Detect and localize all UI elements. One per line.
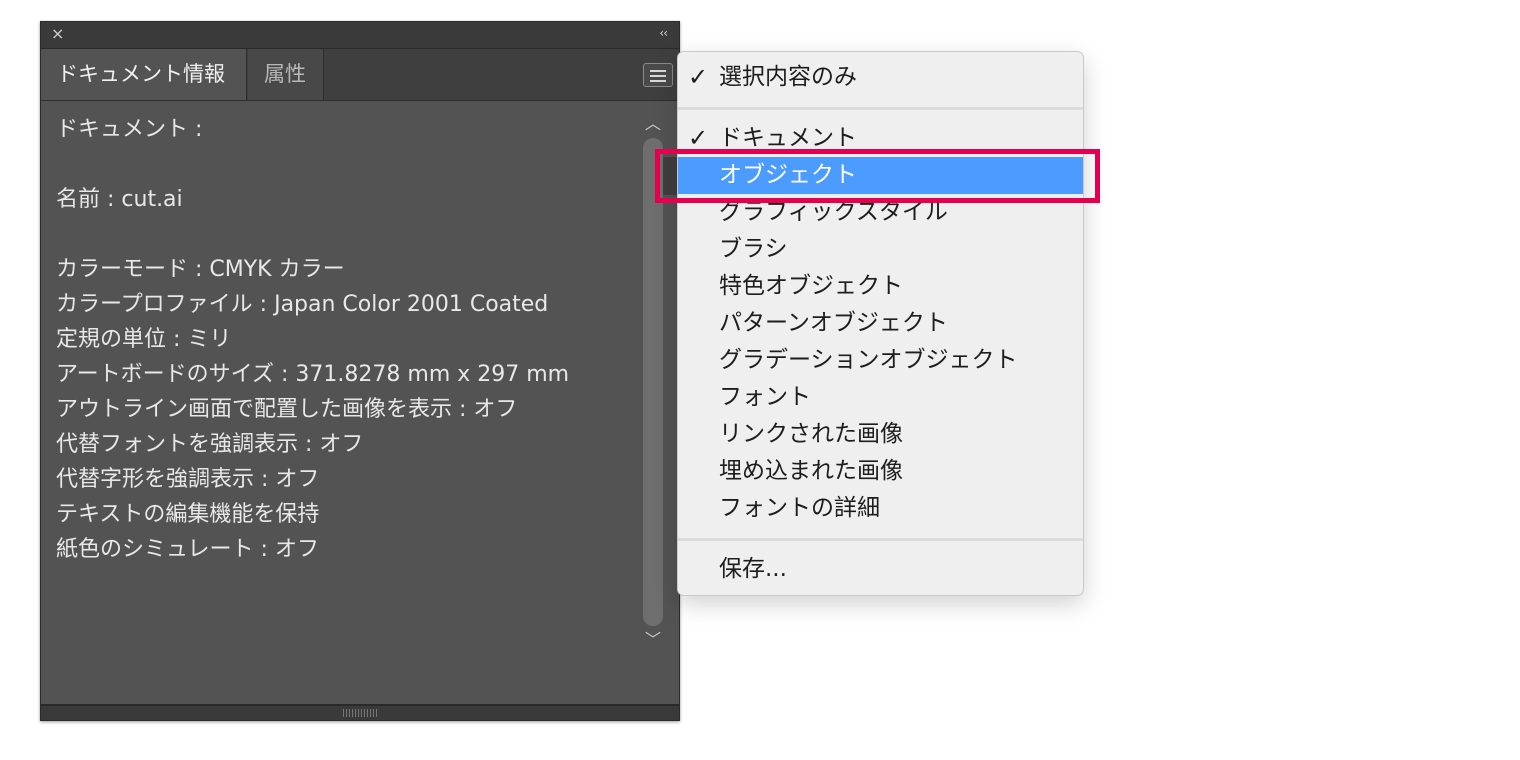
info-line bbox=[56, 217, 626, 252]
menu-item-embedded-images[interactable]: 埋め込まれた画像 bbox=[678, 453, 1083, 490]
scroll-track[interactable] bbox=[643, 138, 663, 626]
menu-item-font-details[interactable]: フォントの詳細 bbox=[678, 490, 1083, 527]
resize-grip-icon[interactable] bbox=[343, 709, 379, 717]
info-line: カラーモード : CMYK カラー bbox=[56, 257, 345, 282]
menu-item-save[interactable]: 保存... bbox=[678, 551, 1083, 588]
info-line: 紙色のシミュレート : オフ bbox=[56, 537, 319, 562]
tab-attributes[interactable]: 属性 bbox=[248, 49, 324, 100]
menu-item-spot-color-objects[interactable]: 特色オブジェクト bbox=[678, 268, 1083, 305]
panel-menu-button[interactable] bbox=[643, 63, 673, 87]
tab-bar: ドキュメント情報 属性 bbox=[41, 49, 679, 101]
panel-options-menu: ✓ 選択内容のみ ✓ ドキュメント オブジェクト グラフィックスタイル ブラシ … bbox=[677, 51, 1084, 596]
document-info-panel: × ‹‹ ドキュメント情報 属性 ドキュメント : 名前 : cut.ai カラ… bbox=[40, 21, 680, 721]
menu-item-fonts[interactable]: フォント bbox=[678, 379, 1083, 416]
menu-item-pattern-objects[interactable]: パターンオブジェクト bbox=[678, 305, 1083, 342]
info-content: ドキュメント : 名前 : cut.ai カラーモード : CMYK カラー カ… bbox=[56, 112, 626, 567]
menu-separator bbox=[678, 538, 1083, 541]
close-icon[interactable]: × bbox=[51, 25, 64, 43]
scroll-down-icon[interactable]: ﹀ bbox=[643, 630, 663, 650]
info-line: 代替フォントを強調表示 : オフ bbox=[56, 432, 364, 457]
info-line: テキストの編集機能を保持 bbox=[56, 502, 320, 527]
info-line: アートボードのサイズ : 371.8278 mm x 297 mm bbox=[56, 362, 570, 387]
info-line: アウトライン画面で配置した画像を表示 : オフ bbox=[56, 397, 518, 422]
panel-titlebar: × ‹‹ bbox=[41, 22, 679, 49]
checkmark-icon: ✓ bbox=[688, 63, 709, 91]
menu-separator bbox=[678, 107, 1083, 110]
tab-document-info[interactable]: ドキュメント情報 bbox=[41, 49, 247, 100]
info-line: 代替字形を強調表示 : オフ bbox=[56, 467, 320, 492]
menu-item-brushes[interactable]: ブラシ bbox=[678, 231, 1083, 268]
scroll-up-icon[interactable]: ︿ bbox=[643, 114, 663, 134]
menu-item-selection-only[interactable]: ✓ 選択内容のみ bbox=[678, 59, 1083, 96]
menu-item-linked-images[interactable]: リンクされた画像 bbox=[678, 416, 1083, 453]
scroll-thumb[interactable] bbox=[643, 138, 663, 626]
info-line: 定規の単位 : ミリ bbox=[56, 327, 232, 352]
info-line bbox=[56, 147, 626, 182]
panel-bottom-bar bbox=[41, 704, 679, 720]
menu-item-gradient-objects[interactable]: グラデーションオブジェクト bbox=[678, 342, 1083, 379]
info-line: ドキュメント : bbox=[56, 117, 203, 142]
annotation-highlight-box bbox=[655, 149, 1100, 203]
collapse-icon[interactable]: ‹‹ bbox=[659, 26, 668, 40]
info-line: カラープロファイル : Japan Color 2001 Coated bbox=[56, 292, 549, 317]
hamburger-icon bbox=[650, 70, 666, 72]
info-line: 名前 : cut.ai bbox=[56, 187, 183, 212]
